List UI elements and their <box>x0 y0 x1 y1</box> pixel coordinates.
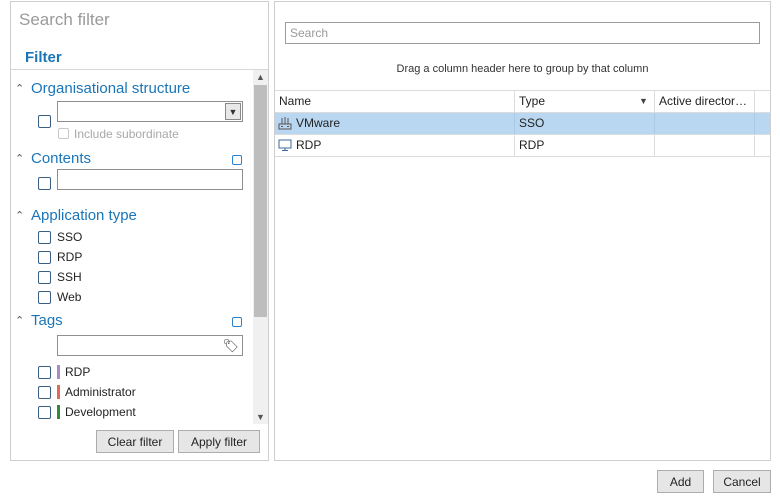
tag-label: Development <box>65 405 136 419</box>
column-separator <box>754 135 755 156</box>
scroll-down-icon[interactable]: ▼ <box>253 410 268 424</box>
org-structure-combo[interactable]: ▼ <box>57 101 243 122</box>
tag-color-bar <box>57 405 60 419</box>
app-type-rdp-checkbox[interactable] <box>38 251 51 264</box>
include-subordinate-label: Include subordinate <box>74 127 179 141</box>
tag-color-bar <box>57 385 60 399</box>
filter-dropdown-icon[interactable]: ▼ <box>639 96 648 106</box>
cancel-button[interactable]: Cancel <box>713 470 771 493</box>
applications-panel: Search Drag a column header here to grou… <box>274 1 771 461</box>
column-header-name[interactable]: Name <box>275 91 514 112</box>
section-contents[interactable]: ⌃ Contents <box>15 150 91 167</box>
scroll-up-icon[interactable]: ▲ <box>253 70 268 84</box>
app-type-ssh-checkbox[interactable] <box>38 271 51 284</box>
tags-search-input[interactable]: 🏷 <box>57 335 243 356</box>
tag-development-checkbox[interactable] <box>38 406 51 419</box>
include-subordinate-checkbox[interactable] <box>58 128 69 139</box>
contents-checkbox[interactable] <box>38 177 51 190</box>
section-application-type[interactable]: ⌃ Application type <box>15 207 137 224</box>
table-row[interactable]: RDP RDP <box>275 135 770 156</box>
filter-scroll-area: ⌃ Organisational structure ▼ Include sub… <box>11 70 268 424</box>
apply-filter-button[interactable]: Apply filter <box>178 430 260 453</box>
app-type-web-checkbox[interactable] <box>38 291 51 304</box>
filter-heading: Filter <box>25 49 62 66</box>
column-separator <box>654 113 655 134</box>
cell-type: SSO <box>519 116 545 130</box>
chevron-up-icon[interactable]: ⌃ <box>15 209 31 222</box>
clear-filter-button[interactable]: Clear filter <box>96 430 174 453</box>
cell-name: RDP <box>296 138 322 152</box>
scroll-thumb[interactable] <box>254 85 267 317</box>
section-tags[interactable]: ⌃ Tags <box>15 312 63 329</box>
app-type-label: SSH <box>57 270 82 284</box>
app-type-label: RDP <box>57 250 83 264</box>
table-row[interactable]: VMware SSO <box>275 113 770 134</box>
contents-input[interactable] <box>57 169 243 190</box>
cell-name: VMware <box>296 116 341 130</box>
column-header-active-directory[interactable]: Active director… <box>655 91 754 112</box>
column-header-type[interactable]: Type <box>515 91 654 112</box>
section-title: Tags <box>31 312 63 329</box>
tag-color-bar <box>57 365 60 379</box>
column-separator[interactable] <box>754 91 755 112</box>
tag-label: Administrator <box>65 385 136 399</box>
contents-toggle-checkbox[interactable] <box>232 155 242 165</box>
filter-scrollbar[interactable]: ▲ ▼ <box>253 70 268 424</box>
tag-icon: 🏷 <box>222 338 239 353</box>
search-filter-input[interactable]: Search filter <box>19 10 110 30</box>
app-type-sso-checkbox[interactable] <box>38 231 51 244</box>
tag-rdp-checkbox[interactable] <box>38 366 51 379</box>
filter-panel: Search filter Filter ⌃ Organisational st… <box>10 1 269 461</box>
tag-administrator-checkbox[interactable] <box>38 386 51 399</box>
tag-label: RDP <box>65 365 91 379</box>
grid-header-row: Name Type ▼ Active director… <box>275 91 770 112</box>
search-input[interactable]: Search <box>285 22 760 44</box>
chevron-up-icon[interactable]: ⌃ <box>15 314 31 327</box>
group-by-hint[interactable]: Drag a column header here to group by th… <box>275 63 770 75</box>
add-button[interactable]: Add <box>657 470 704 493</box>
monitor-icon <box>278 139 292 151</box>
section-title: Application type <box>31 207 137 224</box>
app-type-label: Web <box>57 290 82 304</box>
column-separator <box>754 113 755 134</box>
chevron-up-icon[interactable]: ⌃ <box>15 152 31 165</box>
section-title: Contents <box>31 150 92 167</box>
org-checkbox[interactable] <box>38 115 51 128</box>
app-type-label: SSO <box>57 230 83 244</box>
column-separator <box>654 135 655 156</box>
chevron-down-icon[interactable]: ▼ <box>225 103 241 120</box>
chevron-up-icon[interactable]: ⌃ <box>15 82 31 95</box>
divider <box>275 156 770 157</box>
cell-type: RDP <box>519 138 545 152</box>
tags-toggle-checkbox[interactable] <box>232 317 242 327</box>
sso-app-icon <box>278 117 292 130</box>
section-title: Organisational structure <box>31 80 191 97</box>
section-org-structure[interactable]: ⌃ Organisational structure <box>15 80 190 97</box>
